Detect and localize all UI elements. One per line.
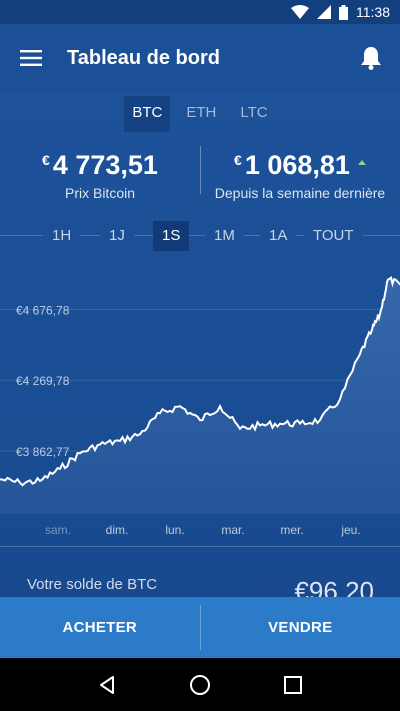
hamburger-icon: [20, 50, 42, 66]
x-axis-label: sam.: [45, 523, 71, 537]
recents-button[interactable]: [273, 665, 313, 705]
menu-button[interactable]: [0, 24, 62, 92]
balance-divider: [0, 546, 400, 547]
home-button[interactable]: [180, 665, 220, 705]
balance-value: €96,20: [294, 576, 374, 597]
sell-button[interactable]: VENDRE: [201, 597, 400, 658]
tab-1s[interactable]: 1S: [153, 221, 190, 251]
week-change-value: 1 068,81: [244, 150, 350, 180]
page-title: Tableau de bord: [67, 46, 220, 69]
balance-label: Votre solde de BTC: [27, 576, 158, 593]
tab-ltc[interactable]: LTC: [232, 96, 275, 132]
week-change: € 1 068,81: [234, 150, 366, 181]
week-change-block: € 1 068,81 Depuis la semaine dernière: [200, 140, 400, 210]
y-axis-label: €4 676,78: [16, 303, 70, 317]
tab-1a[interactable]: 1A: [260, 221, 297, 251]
signal-icon: [317, 5, 331, 19]
home-icon: [189, 674, 210, 695]
currency-symbol: €: [42, 152, 50, 168]
wifi-icon: [291, 5, 309, 19]
range-tabs: 1H 1J 1S 1M 1A TOUT: [0, 220, 400, 252]
coin-tabs: BTC ETH LTC: [0, 96, 400, 132]
balance-section: Votre solde de BTC €96,20: [0, 562, 400, 597]
y-axis-label: €3 862,77: [16, 445, 70, 459]
x-axis-label: dim.: [106, 523, 129, 537]
battery-icon: [339, 4, 348, 20]
x-axis-label: mer.: [280, 523, 303, 537]
price-chart[interactable]: €4 676,78 €4 269,78 €3 862,77 sam. dim. lun.…: [0, 252, 400, 552]
back-icon: [99, 675, 114, 694]
system-nav-bar: [0, 658, 400, 711]
currency-symbol: €: [234, 152, 242, 168]
tab-tout[interactable]: TOUT: [304, 221, 363, 251]
notifications-button[interactable]: [342, 24, 400, 92]
x-axis-label: mar.: [221, 523, 244, 537]
btc-price-label: Prix Bitcoin: [64, 185, 136, 201]
bell-icon: [361, 47, 381, 70]
tab-1j[interactable]: 1J: [100, 221, 134, 251]
btc-price: € 4 773,51: [42, 150, 158, 181]
price-chart-svg: €4 676,78 €4 269,78 €3 862,77 sam. dim. lun.…: [0, 275, 400, 537]
price-summary: € 4 773,51 Prix Bitcoin € 1 068,81 Depui…: [0, 140, 400, 210]
status-bar: 11:38: [0, 0, 400, 24]
x-axis-label: jeu.: [340, 523, 360, 537]
btc-price-value: 4 773,51: [52, 150, 158, 180]
buy-button[interactable]: ACHETER: [0, 597, 200, 658]
arrow-up-icon: [357, 160, 366, 165]
tab-1m[interactable]: 1M: [205, 221, 244, 251]
status-time: 11:38: [356, 4, 390, 20]
tab-btc[interactable]: BTC: [124, 96, 171, 132]
btc-price-block: € 4 773,51 Prix Bitcoin: [0, 140, 200, 210]
app-bar: Tableau de bord: [0, 24, 400, 92]
x-axis-label: lun.: [165, 523, 184, 537]
y-axis-label: €4 269,78: [16, 374, 70, 388]
dashboard-content: BTC ETH LTC € 4 773,51 Prix Bitcoin € 1 …: [0, 92, 400, 597]
recents-icon: [284, 675, 303, 694]
back-button[interactable]: [87, 665, 127, 705]
tab-eth[interactable]: ETH: [178, 96, 224, 132]
action-bar: ACHETER VENDRE: [0, 597, 400, 658]
tab-1h[interactable]: 1H: [43, 221, 81, 251]
week-change-label: Depuis la semaine dernière: [214, 185, 386, 201]
